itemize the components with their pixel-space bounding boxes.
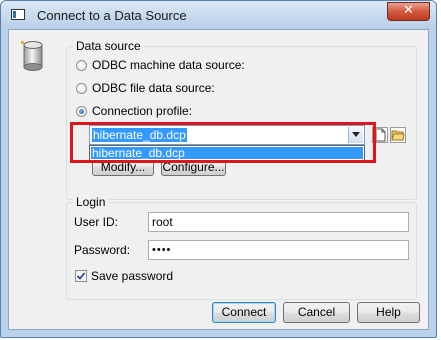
radio-odbc-machine[interactable]: ODBC machine data source: (76, 57, 245, 73)
login-group-label: Login (73, 195, 109, 209)
radio-label: Connection profile: (92, 104, 193, 118)
radio-label: ODBC file data source: (92, 81, 215, 95)
open-profile-button[interactable] (390, 127, 406, 143)
app-icon (11, 9, 25, 20)
radio-button[interactable] (76, 82, 87, 94)
save-password-checkbox[interactable] (75, 270, 87, 282)
radio-label: ODBC machine data source: (92, 58, 245, 72)
dialog-body: Data source ODBC machine data source: OD… (8, 29, 429, 330)
close-button[interactable]: ✕ (387, 2, 430, 21)
password-field[interactable]: •••• (148, 240, 409, 260)
title-bar[interactable]: Connect to a Data Source ✕ (1, 1, 436, 29)
radio-connection-profile[interactable]: Connection profile: (76, 103, 192, 119)
radio-button[interactable] (76, 59, 87, 71)
radio-button-selected[interactable] (76, 105, 87, 117)
checkmark-icon (76, 272, 86, 280)
annotation-highlight-box (70, 122, 376, 163)
help-button[interactable]: Help (357, 302, 420, 323)
cancel-button[interactable]: Cancel (283, 302, 350, 323)
user-id-field[interactable]: root (148, 212, 409, 232)
open-folder-icon (391, 130, 405, 141)
user-id-label: User ID: (74, 215, 119, 229)
connect-button[interactable]: Connect (212, 302, 276, 323)
save-password-label: Save password (91, 269, 174, 283)
window-title: Connect to a Data Source (37, 8, 187, 23)
close-icon: ✕ (403, 3, 414, 18)
password-label: Password: (74, 243, 131, 257)
database-icon (21, 41, 43, 71)
radio-odbc-file[interactable]: ODBC file data source: (76, 80, 215, 96)
connect-dialog: Connect to a Data Source ✕ Data source O… (0, 0, 437, 338)
data-source-group-label: Data source (73, 39, 144, 53)
